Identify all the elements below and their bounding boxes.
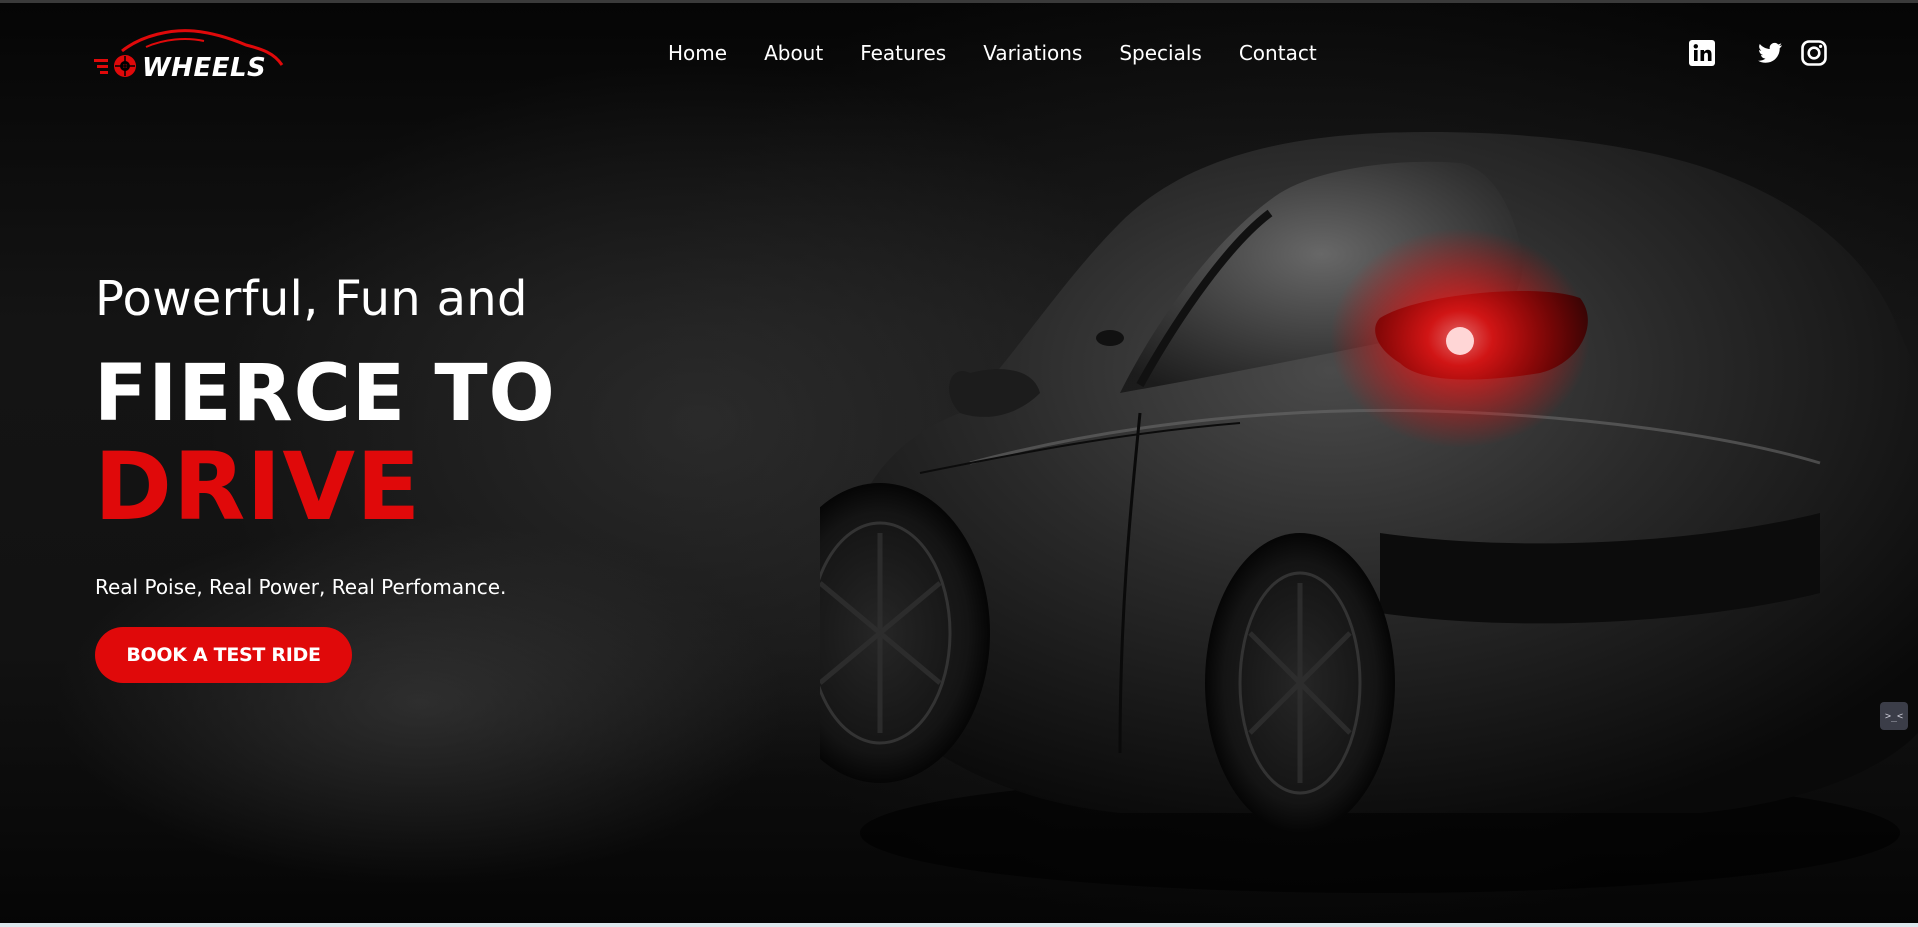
hero-subtext: Real Poise, Real Power, Real Perfomance. (95, 575, 507, 599)
book-test-ride-button[interactable]: BOOK A TEST RIDE (95, 627, 352, 683)
nav-specials[interactable]: Specials (1119, 41, 1201, 65)
nav-contact[interactable]: Contact (1239, 41, 1317, 65)
nav-features[interactable]: Features (860, 41, 946, 65)
sports-car-image (820, 132, 1918, 893)
hero-headline-line-2: DRIVE (94, 433, 422, 542)
hero-section: WHEELS Home About Features Variations Sp… (0, 0, 1918, 927)
nav-variations[interactable]: Variations (983, 41, 1082, 65)
main-nav: Home About Features Variations Specials … (668, 41, 1354, 65)
brand-logo[interactable]: WHEELS (94, 25, 284, 87)
terminal-widget-icon[interactable]: >_< (1880, 702, 1908, 730)
hero-tagline: Powerful, Fun and (95, 271, 528, 327)
hero-headline-line-1: FIERCE TO (94, 349, 556, 439)
instagram-icon[interactable] (1800, 39, 1828, 67)
nav-home[interactable]: Home (668, 41, 727, 65)
brand-name: WHEELS (142, 53, 267, 83)
linkedin-icon[interactable] (1688, 39, 1716, 67)
nav-about[interactable]: About (764, 41, 823, 65)
social-links (1688, 39, 1828, 67)
twitter-icon[interactable] (1756, 39, 1784, 67)
